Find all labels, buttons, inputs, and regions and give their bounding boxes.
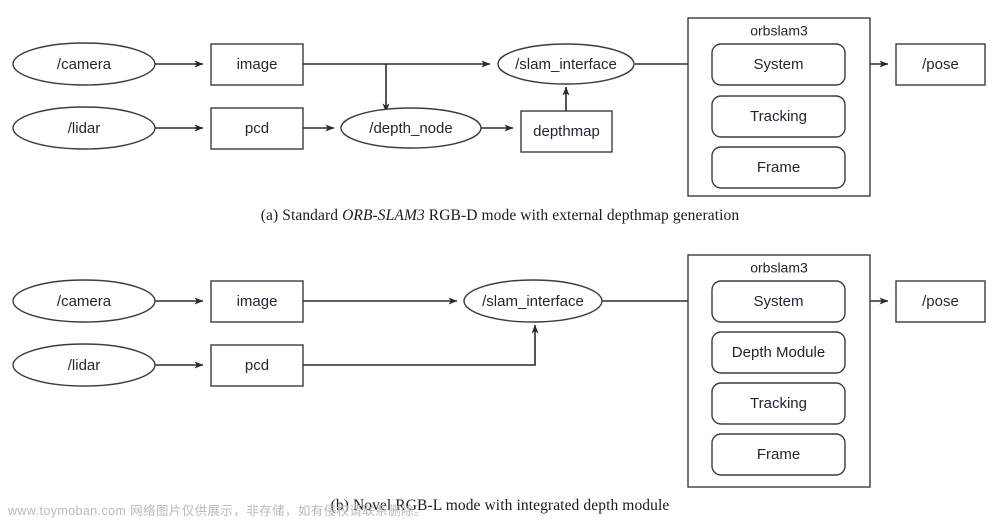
module-label: System [753,293,803,310]
module-label: Tracking [750,395,807,412]
diagram-canvas: orbslam3 System Tracking Frame /camera /… [12,17,986,488]
caption-suffix: RGB-D mode with external depthmap genera… [424,207,740,224]
orbslam3-module-depth-module-b[interactable]: Depth Module [711,331,846,374]
node-label: /slam_interface [515,56,617,73]
orbslam3-title-a: orbslam3 [750,23,808,39]
caption-subfigure-a: (a) Standard ORB-SLAM3 RGB-D mode with e… [0,207,1000,225]
node-camera-b[interactable]: /camera [12,279,156,323]
orbslam3-module-tracking-a[interactable]: Tracking [711,95,846,138]
node-pcd-b[interactable]: pcd [210,344,304,387]
node-slam-interface-b[interactable]: /slam_interface [463,279,603,323]
node-label: depthmap [533,123,600,140]
node-slam-interface-a[interactable]: /slam_interface [497,43,635,85]
subfigure-a: orbslam3 System Tracking Frame /camera /… [12,17,986,197]
module-label: Frame [757,159,800,176]
node-label: pcd [245,120,269,137]
node-depthmap-a[interactable]: depthmap [520,110,613,153]
node-label: /pose [922,293,959,310]
node-label: /pose [922,56,959,73]
caption-prefix: (a) Standard [260,207,343,224]
node-label: /slam_interface [482,293,584,310]
orbslam3-module-tracking-b[interactable]: Tracking [711,382,846,425]
watermark-text: www.toymoban.com 网络图片仅供展示，非存储，如有侵权请联系删除。 [8,504,427,518]
node-pose-a[interactable]: /pose [895,43,986,86]
node-image-b[interactable]: image [210,280,304,323]
module-label: Depth Module [732,344,825,361]
orbslam3-module-frame-a[interactable]: Frame [711,146,846,189]
orbslam3-title-b: orbslam3 [750,260,808,276]
orbslam3-module-system-b[interactable]: System [711,280,846,323]
node-pcd-a[interactable]: pcd [210,107,304,150]
node-depth-node-a[interactable]: /depth_node [340,107,482,149]
edge-pcd-to-slam-interface [303,324,539,366]
node-camera-a[interactable]: /camera [12,42,156,86]
node-label: pcd [245,357,269,374]
node-label: image [237,56,278,73]
node-label: /camera [57,56,112,73]
node-image-a[interactable]: image [210,43,304,86]
module-label: Frame [757,446,800,463]
node-label: /camera [57,293,112,310]
orbslam3-module-system-a[interactable]: System [711,43,846,86]
module-label: Tracking [750,108,807,125]
subfigure-b: orbslam3 System Depth Module Tracking Fr… [12,254,986,488]
node-label: /lidar [68,357,101,374]
node-label: /lidar [68,120,101,137]
node-label: image [237,293,278,310]
orbslam3-module-frame-b[interactable]: Frame [711,433,846,476]
caption-emphasis: ORB-SLAM3 [342,207,425,224]
node-label: /depth_node [369,120,452,137]
node-lidar-b[interactable]: /lidar [12,343,156,387]
figure-page: orbslam3 System Tracking Frame /camera /… [0,0,1000,521]
node-lidar-a[interactable]: /lidar [12,106,156,150]
module-label: System [753,56,803,73]
node-pose-b[interactable]: /pose [895,280,986,323]
